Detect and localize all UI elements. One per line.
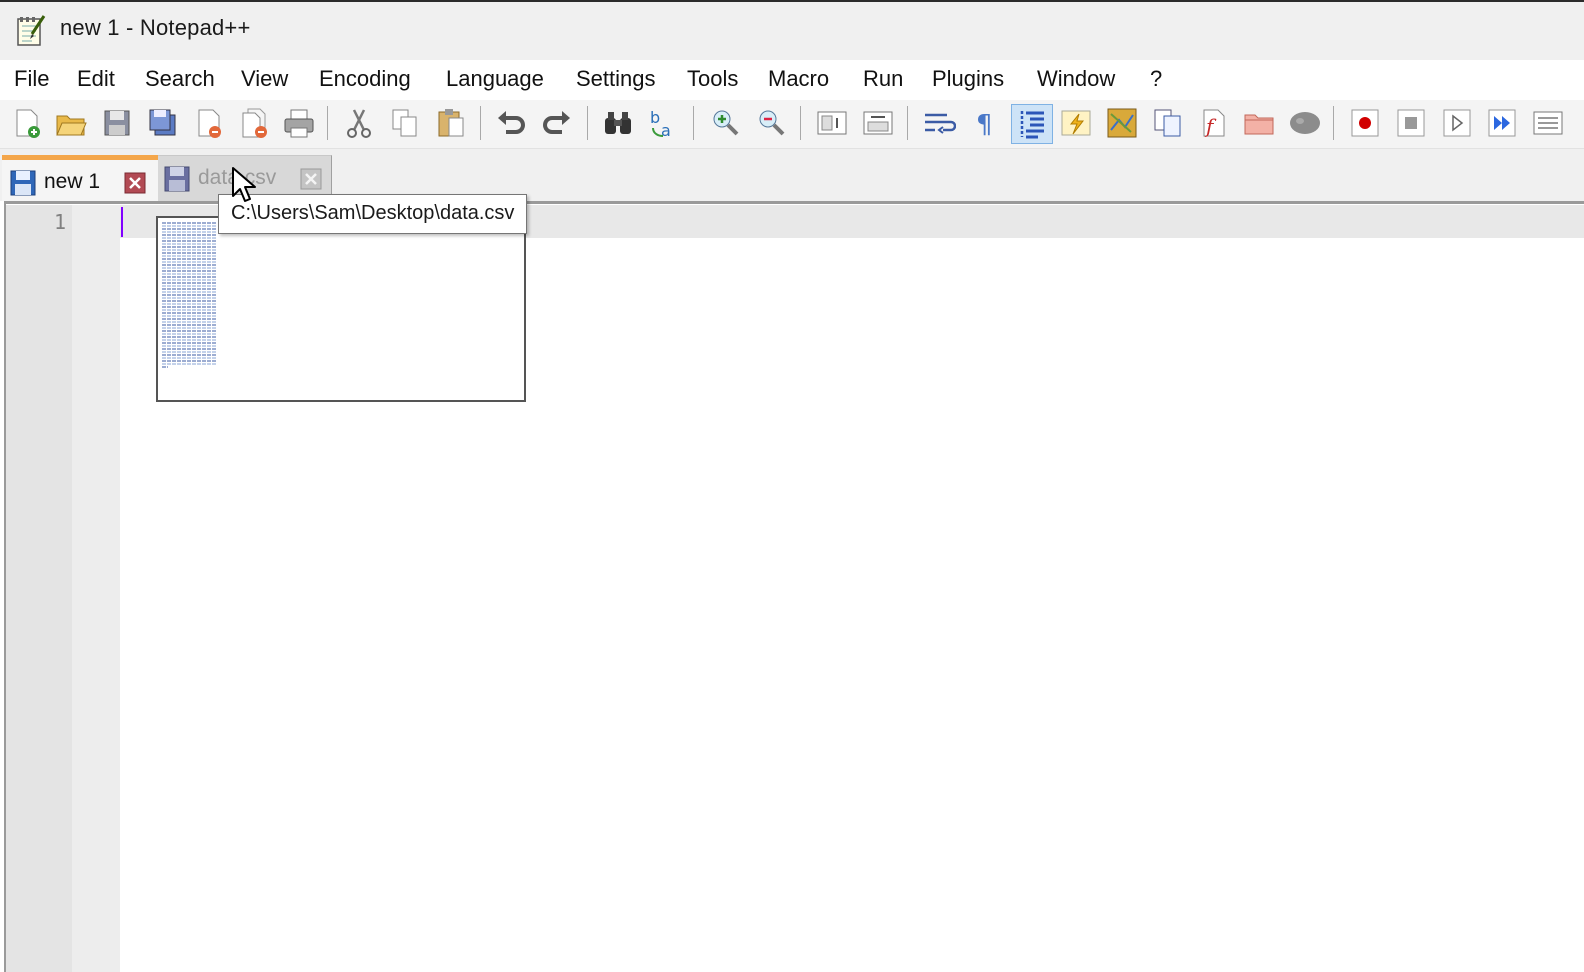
paste-icon[interactable] <box>434 106 468 140</box>
close-tab-icon[interactable] <box>300 168 322 190</box>
preview-lines <box>162 222 216 368</box>
toolbar-separator <box>907 106 908 140</box>
open-file-icon[interactable] <box>54 106 88 140</box>
close-icon[interactable] <box>192 106 226 140</box>
run-macro-multiple-icon[interactable] <box>1485 106 1519 140</box>
menu-file[interactable]: File <box>14 66 49 92</box>
window-title: new 1 - Notepad++ <box>60 15 251 40</box>
svg-text:¶: ¶ <box>976 110 993 140</box>
cut-icon[interactable] <box>342 106 376 140</box>
toolbar-separator <box>587 106 588 140</box>
svg-text:a: a <box>661 121 671 140</box>
menu-encoding[interactable]: Encoding <box>319 66 411 92</box>
menu-plugins[interactable]: Plugins <box>932 66 1004 92</box>
tab-label: new 1 <box>44 170 101 193</box>
menu-macro[interactable]: Macro <box>768 66 829 92</box>
tab-preview-thumbnail <box>156 216 526 402</box>
menu-search[interactable]: Search <box>145 66 215 92</box>
find-icon[interactable] <box>601 106 635 140</box>
line-number-margin <box>6 205 72 972</box>
replace-icon[interactable]: ba <box>647 106 681 140</box>
zoom-in-icon[interactable] <box>708 106 742 140</box>
folder-as-workspace-icon[interactable] <box>1242 106 1276 140</box>
print-icon[interactable] <box>282 106 316 140</box>
menu-view[interactable]: View <box>241 66 288 92</box>
toolbar-separator <box>480 106 481 140</box>
new-file-icon[interactable] <box>10 106 44 140</box>
save-all-icon[interactable] <box>146 106 180 140</box>
save-icon[interactable] <box>100 106 134 140</box>
indent-guide-icon[interactable] <box>1011 104 1053 144</box>
zoom-out-icon[interactable] <box>754 106 788 140</box>
sync-horizontal-icon[interactable] <box>861 106 895 140</box>
toolbar-separator <box>1333 106 1334 140</box>
menu-settings[interactable]: Settings <box>576 66 656 92</box>
toolbar-separator <box>327 106 328 140</box>
line-number: 1 <box>53 210 66 234</box>
show-all-characters-icon[interactable]: ¶ <box>968 106 1002 140</box>
close-all-icon[interactable] <box>238 106 272 140</box>
menu-edit[interactable]: Edit <box>77 66 115 92</box>
document-list-icon[interactable] <box>1151 106 1185 140</box>
menu-tools[interactable]: Tools <box>687 66 738 92</box>
menu-help[interactable]: ? <box>1150 66 1162 92</box>
undo-icon[interactable] <box>494 106 528 140</box>
toolbar: ba ¶ f <box>0 100 1584 149</box>
sync-vertical-icon[interactable] <box>815 106 849 140</box>
record-macro-icon[interactable] <box>1348 106 1382 140</box>
toolbar-separator <box>693 106 694 140</box>
save-macro-icon[interactable] <box>1531 106 1565 140</box>
udl-icon[interactable] <box>1059 106 1093 140</box>
function-list-icon[interactable]: f <box>1197 106 1231 140</box>
save-icon <box>164 166 190 192</box>
text-caret <box>121 207 123 237</box>
menu-run[interactable]: Run <box>863 66 903 92</box>
copy-icon[interactable] <box>388 106 422 140</box>
menu-bar: File Edit Search View Encoding Language … <box>0 60 1584 100</box>
document-map-icon[interactable] <box>1105 106 1139 140</box>
save-icon <box>10 170 36 196</box>
mouse-cursor-icon <box>232 167 256 202</box>
menu-language[interactable]: Language <box>446 66 544 92</box>
monitoring-icon[interactable] <box>1288 106 1322 140</box>
tab-new-1[interactable]: new 1 <box>2 155 158 201</box>
title-bar: new 1 - Notepad++ <box>0 2 1584 60</box>
redo-icon[interactable] <box>540 106 574 140</box>
svg-text:b: b <box>650 108 660 127</box>
close-tab-icon[interactable] <box>124 172 146 194</box>
tab-path-tooltip: C:\Users\Sam\Desktop\data.csv <box>218 194 528 234</box>
stop-recording-icon[interactable] <box>1394 106 1428 140</box>
fold-margin[interactable] <box>72 205 120 972</box>
playback-macro-icon[interactable] <box>1440 106 1474 140</box>
menu-window[interactable]: Window <box>1037 66 1115 92</box>
word-wrap-icon[interactable] <box>922 106 956 140</box>
notepad-app-icon <box>17 15 46 46</box>
toolbar-separator <box>800 106 801 140</box>
